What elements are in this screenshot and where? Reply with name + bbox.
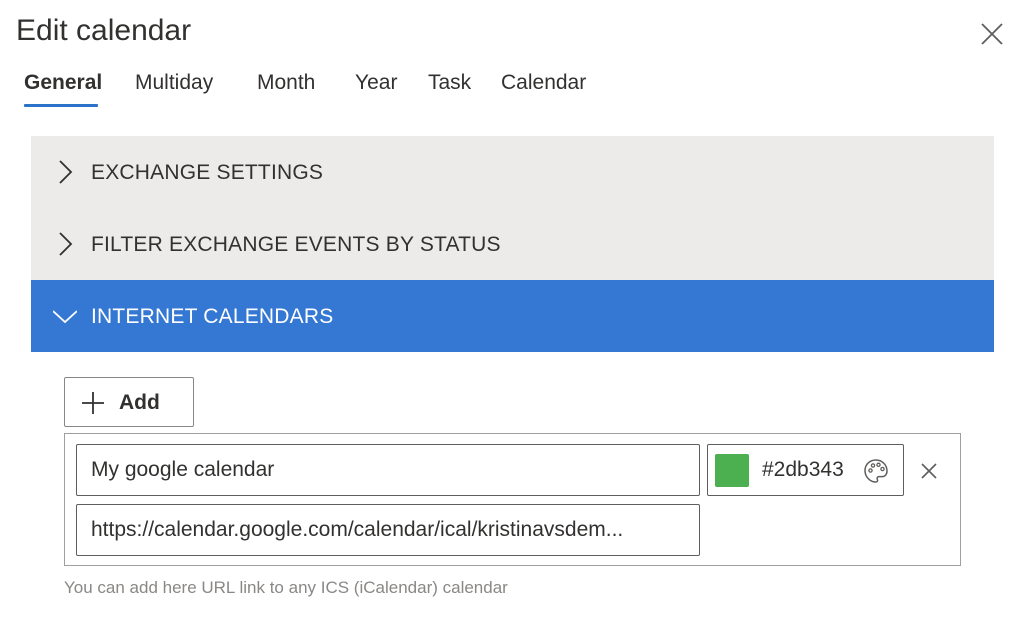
- tab-task[interactable]: Task: [428, 68, 471, 108]
- dialog-title: Edit calendar: [16, 14, 192, 47]
- calendar-url-field[interactable]: https://calendar.google.com/calendar/ica…: [76, 504, 700, 556]
- chevron-right-icon: [59, 232, 73, 256]
- tab-label: Task: [428, 71, 472, 94]
- close-icon: [981, 23, 1003, 45]
- tab-calendar[interactable]: Calendar: [501, 68, 586, 108]
- calendar-name-field[interactable]: My google calendar: [76, 444, 700, 496]
- tab-label: General: [24, 71, 103, 94]
- close-button[interactable]: [978, 20, 1006, 48]
- remove-icon: [921, 463, 937, 479]
- active-tab-indicator: [24, 104, 99, 107]
- remove-calendar-button[interactable]: [918, 460, 940, 482]
- section-exchange-settings[interactable]: EXCHANGE SETTINGS: [31, 136, 994, 208]
- color-hex-value: #2db343: [762, 458, 844, 481]
- section-label: FILTER EXCHANGE EVENTS BY STATUS: [91, 233, 501, 256]
- tab-label: Multiday: [135, 71, 214, 94]
- internet-calendar-entry: My google calendar #2db343 https://calen…: [64, 433, 961, 566]
- plus-icon: [82, 392, 104, 414]
- tab-label: Month: [257, 71, 316, 94]
- tab-multiday[interactable]: Multiday: [135, 68, 213, 108]
- tab-label: Calendar: [501, 71, 587, 94]
- tab-general[interactable]: General: [24, 68, 102, 108]
- section-filter-exchange-events[interactable]: FILTER EXCHANGE EVENTS BY STATUS: [31, 208, 994, 280]
- tab-label: Year: [355, 71, 398, 94]
- tab-year[interactable]: Year: [355, 68, 397, 108]
- section-label: INTERNET CALENDARS: [91, 305, 334, 328]
- tab-month[interactable]: Month: [257, 68, 315, 108]
- helper-text: You can add here URL link to any ICS (iC…: [64, 578, 508, 597]
- palette-icon[interactable]: [863, 458, 889, 484]
- chevron-right-icon: [59, 160, 73, 184]
- add-button-label: Add: [119, 391, 160, 414]
- section-internet-calendars[interactable]: INTERNET CALENDARS: [31, 280, 994, 352]
- add-calendar-button[interactable]: Add: [64, 377, 194, 427]
- color-swatch[interactable]: [715, 454, 749, 487]
- chevron-down-icon: [53, 310, 77, 324]
- color-picker-field[interactable]: #2db343: [707, 444, 904, 496]
- section-label: EXCHANGE SETTINGS: [91, 161, 324, 184]
